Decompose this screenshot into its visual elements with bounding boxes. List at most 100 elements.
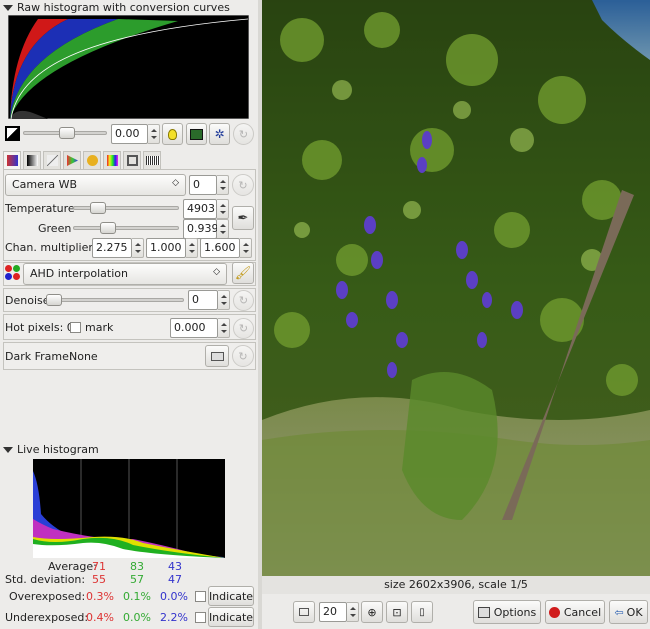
overexposed-blue: 0.0% [160,590,188,603]
zoom-input[interactable]: 20 [319,602,347,622]
reset-denoise-button[interactable]: ↻ [233,290,254,311]
tab-color-management[interactable] [63,151,81,169]
reset-hot-pixels-button[interactable]: ↻ [233,318,254,339]
multiplier-green-spin-button[interactable] [186,238,198,258]
green-input[interactable]: 0.939 [183,219,219,239]
zoom-out-icon [299,608,309,616]
lightbulb-icon [168,128,177,140]
ok-button[interactable]: ⇦ OK [609,600,648,624]
live-histogram-header[interactable]: Live histogram [3,443,99,456]
reset-white-balance-button[interactable]: ↻ [232,174,254,196]
exposure-input[interactable]: 0.00 [111,124,148,144]
temperature-spin-button[interactable] [217,199,229,219]
underexposed-blue: 2.2% [160,611,188,624]
green-spin-button[interactable] [217,219,229,239]
temperature-input[interactable]: 4903 [183,199,217,219]
indicate-overexposed-button[interactable]: Indicate [208,586,254,606]
dark-frame-value: None [69,350,98,363]
tab-lightness[interactable] [103,151,121,169]
zoom-fit-button[interactable]: ⊡ [386,601,408,623]
multiplier-blue-spin-button[interactable] [240,238,252,258]
tab-grayscale[interactable] [23,151,41,169]
temperature-label: Temperature [5,202,75,215]
average-red: 71 [92,560,106,573]
denoise-slider-knob[interactable] [46,294,62,306]
settings-icon: ✲ [214,127,225,141]
raw-histogram-title: Raw histogram with conversion curves [17,1,230,14]
denoise-slider[interactable] [46,294,184,306]
tab-crop[interactable] [123,151,141,169]
options-button[interactable]: Options [473,600,541,624]
indicate-underexposed-button[interactable]: Indicate [208,607,254,627]
exposure-slider-knob[interactable] [59,127,75,139]
multiplier-green-input[interactable]: 1.000 [146,238,186,258]
wb-preset-index-spin-button[interactable] [217,175,229,195]
multiplier-blue-input[interactable]: 1.600 [200,238,240,258]
collapse-triangle-icon [3,4,13,11]
reset-icon: ↻ [238,294,249,307]
cancel-label: Cancel [563,605,602,619]
folder-icon [210,351,224,361]
underexposed-checkbox[interactable] [195,612,206,623]
mark-hot-pixels-checkbox[interactable] [70,322,81,333]
green-slider-knob[interactable] [100,222,116,234]
load-dark-frame-button[interactable] [205,345,229,367]
underexposed-label: Underexposed: [5,611,89,624]
std-red: 55 [92,573,106,586]
green-slider[interactable] [73,222,179,234]
zoom-in-button[interactable]: ⊕ [361,601,383,623]
wb-preset-index-input[interactable]: 0 [189,175,217,195]
reset-exposure-button[interactable]: ↻ [233,123,254,145]
options-icon [477,606,490,618]
average-green: 83 [130,560,144,573]
eyedropper-icon: ✒ [237,210,249,226]
hot-pixels-spin-button[interactable] [218,318,230,338]
landscape-icon [190,128,203,140]
tab-white-balance[interactable] [3,151,21,169]
channel-multipliers-label: Chan. multipliers: [5,241,103,254]
reset-icon: ↻ [238,349,248,363]
zoom-fit-icon: ⊡ [392,605,402,619]
average-blue: 43 [168,560,182,573]
zoom-spin-button[interactable] [347,602,359,622]
reset-dark-frame-button[interactable]: ↻ [232,345,254,367]
raw-histogram-canvas [8,15,249,119]
std-deviation-label: Std. deviation: [5,573,86,586]
image-status-bar: size 2602x3906, scale 1/5 [262,576,650,594]
white-balance-preset-select[interactable]: Camera WB ◇ [5,174,186,196]
cancel-icon [548,606,560,618]
zoom-out-button[interactable] [293,601,315,623]
exposure-spin-button[interactable] [148,124,160,144]
restore-details-button[interactable] [186,123,207,145]
zoom-100-button[interactable]: ▯ [411,601,433,623]
hot-pixels-label: Hot pixels: 0 [5,321,74,334]
interpolation-settings-button[interactable]: 🖌 [232,262,254,284]
denoise-spin-button[interactable] [218,290,230,310]
tab-corrections[interactable] [83,151,101,169]
denoise-input[interactable]: 0 [188,290,218,310]
tab-exif[interactable] [143,151,161,169]
spot-white-balance-button[interactable]: ✒ [232,206,254,230]
multiplier-red-spin-button[interactable] [132,238,144,258]
multiplier-red-input[interactable]: 2.275 [92,238,132,258]
interpolation-select[interactable]: AHD interpolation ◇ [23,263,227,285]
reset-icon: ↻ [238,127,249,141]
cancel-button[interactable]: Cancel [545,600,605,624]
tab-base-curve[interactable] [43,151,61,169]
collapse-triangle-icon [3,446,13,453]
image-preview [262,0,650,576]
overexposed-red: 0.3% [86,590,114,603]
raw-histogram-header[interactable]: Raw histogram with conversion curves [3,1,230,14]
overexposed-checkbox[interactable] [195,591,206,602]
zoom-actual-icon: ▯ [419,606,425,618]
zoom-in-icon: ⊕ [367,605,377,619]
underexposed-green: 0.0% [123,611,151,624]
average-label: Average: [48,560,97,573]
temperature-slider[interactable] [73,202,179,214]
options-label: Options [493,605,537,619]
auto-exposure-button[interactable] [162,123,183,145]
temperature-slider-knob[interactable] [90,202,106,214]
hot-pixels-threshold-input[interactable]: 0.000 [170,318,218,338]
exposure-slider[interactable] [23,127,107,139]
clip-settings-button[interactable]: ✲ [209,123,230,145]
